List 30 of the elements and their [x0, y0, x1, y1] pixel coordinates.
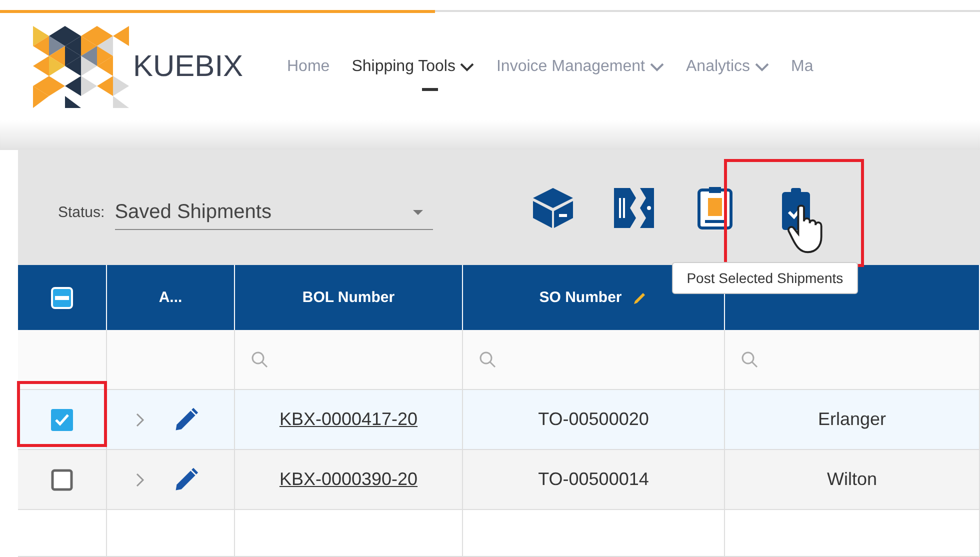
column-header-label[interactable]: BOL Number [302, 289, 395, 306]
table-cell: Wilton [725, 450, 980, 510]
filter-field[interactable] [463, 330, 725, 390]
edit-pencil-icon[interactable] [173, 466, 199, 492]
search-icon [741, 351, 758, 368]
chevron-right-icon[interactable] [135, 412, 145, 428]
filter-field[interactable] [235, 330, 463, 390]
brand-name: KUEBIX [133, 50, 244, 84]
select-all-checkbox[interactable] [51, 286, 73, 308]
edit-pencil-icon[interactable] [173, 406, 199, 432]
checkbox[interactable] [51, 468, 73, 490]
chevron-right-icon[interactable] [135, 472, 145, 488]
caret-icon [412, 210, 423, 214]
filter-field[interactable] [725, 330, 980, 390]
search-icon [251, 351, 268, 368]
column-header-label[interactable]: A... [158, 289, 182, 306]
bol-link[interactable]: KBX-0000417-20 [279, 409, 418, 430]
bol-link[interactable]: KBX-0000390-20 [279, 469, 418, 490]
table-cell: TO-00500020 [463, 390, 725, 450]
status-label: Status: [58, 204, 105, 221]
selected-indicator [422, 88, 438, 91]
table-cell: TO-00500014 [463, 450, 725, 510]
nav-link[interactable]: Shipping Tools [352, 58, 474, 76]
search-icon [479, 351, 496, 368]
status-dropdown[interactable]: Saved Shipments [114, 196, 433, 230]
table-cell: Erlanger [725, 390, 980, 450]
tooltip: Post Selected Shipments [672, 262, 858, 294]
logo-icon [33, 26, 129, 108]
checkbox[interactable] [51, 408, 73, 430]
column-header-label[interactable]: SO Number [539, 289, 622, 306]
